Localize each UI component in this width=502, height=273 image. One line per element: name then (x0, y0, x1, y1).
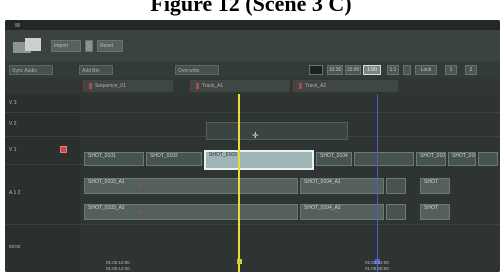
figure-caption: Figure 12 (Scene 3 C) (150, 0, 352, 16)
lane-v3 (80, 94, 500, 113)
out-point-line[interactable] (377, 94, 378, 272)
main-toolbar: Import Reset (5, 30, 500, 62)
clip-a1-b[interactable]: SHOT_0104_A1 (300, 178, 384, 194)
clip-a2-gap[interactable] (386, 204, 406, 220)
tab-track-a1[interactable]: Track_A1 (190, 80, 290, 92)
clip-a2-a[interactable]: SHOT_0103_A2 (84, 204, 298, 220)
track-header-a1[interactable]: A 1 2 (5, 164, 80, 225)
tab-sequence-01[interactable]: Sequence_01 (83, 80, 173, 92)
app-logo (13, 38, 43, 54)
sync-audio-button[interactable]: Sync Audio (9, 65, 53, 75)
zoom-step[interactable] (403, 65, 411, 75)
playhead-handle[interactable] (237, 259, 242, 264)
zoom-100[interactable]: 1:00 (363, 65, 381, 75)
import-button-label: Import (54, 43, 69, 49)
sync-mark (140, 211, 142, 213)
playhead[interactable] (238, 94, 240, 272)
sync-mark (140, 185, 142, 187)
clip-a1-c[interactable]: SHOT (420, 178, 450, 194)
track-header-v1[interactable]: V 1 (5, 136, 80, 165)
zoom-1030[interactable]: 10:30 (327, 65, 343, 75)
control-bar: Sync Audio Add Bin Overwrite 10:30 15:00… (5, 62, 500, 78)
add-bin-button[interactable]: Add Bin (79, 65, 113, 75)
reset-button[interactable]: Reset (97, 40, 123, 52)
zoom-11[interactable]: 1:1 (387, 65, 399, 75)
sync-mark (335, 211, 337, 213)
clip-a1-gap[interactable] (386, 178, 406, 194)
title-bar (5, 20, 500, 30)
track-header-v3[interactable]: V 3 (5, 94, 80, 113)
edit-mode-select[interactable]: Overwrite (175, 65, 219, 75)
record-enable-icon[interactable] (60, 146, 67, 153)
left-timecode: 00:00 (9, 244, 21, 249)
zoom-1500[interactable]: 15:00 (345, 65, 361, 75)
window-menu-icon[interactable] (15, 23, 20, 27)
page-1-button[interactable]: 1 (445, 65, 457, 75)
timeline[interactable]: ✛ SHOT_0101 SHOT_0102 SHOT_0103 SHOT_010… (80, 94, 500, 272)
import-button[interactable]: Import (51, 40, 81, 52)
toggle-button[interactable] (85, 40, 93, 52)
timecode-start-sub: 01:00:12:00 (106, 266, 130, 271)
track-header-v2[interactable]: V 2 (5, 112, 80, 137)
sequence-tabs: Sequence_01 Track_A1 Track_A2 (5, 78, 500, 94)
clip-a2-c[interactable]: SHOT (420, 204, 450, 220)
track-headers: V 3 V 2 V 1 A 1 2 00:00 (5, 94, 80, 272)
video-editor-window: Import Reset Sync Audio Add Bin Overwrit… (5, 20, 500, 272)
record-indicator[interactable] (309, 65, 323, 75)
timecode-end-sub: 01:00:26:00 (365, 266, 389, 271)
clip-a2-b[interactable]: SHOT_0104_A2 (300, 204, 384, 220)
reset-button-label: Reset (100, 43, 114, 49)
page-2-button[interactable]: 2 (465, 65, 477, 75)
clip-a1-a[interactable]: SHOT_0103_A1 (84, 178, 298, 194)
tab-track-a2[interactable]: Track_A2 (293, 80, 398, 92)
lock-button[interactable]: Lock (415, 65, 437, 75)
